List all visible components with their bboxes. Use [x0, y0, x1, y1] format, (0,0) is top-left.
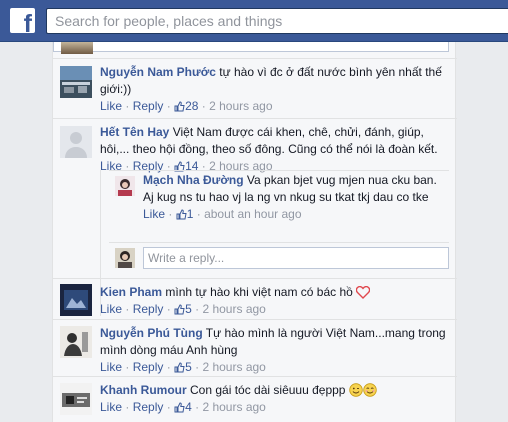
- like-count[interactable]: 5: [174, 302, 195, 316]
- avatar[interactable]: [61, 42, 93, 54]
- like-link[interactable]: Like: [100, 99, 122, 113]
- timestamp[interactable]: about an hour ago: [204, 207, 301, 221]
- comment-actions: Like · Reply · 5 · 2 hours ago: [100, 301, 450, 318]
- commenter-name[interactable]: Hết Tên Hay: [100, 125, 169, 139]
- separator: ·: [166, 302, 171, 316]
- avatar[interactable]: [115, 248, 135, 268]
- reply-link[interactable]: Reply: [133, 360, 164, 374]
- comment-item: Nguyễn Nam Phước tự hào vì đc ở đất nước…: [53, 58, 457, 118]
- separator: ·: [195, 302, 200, 316]
- comments-panel: Nguyễn Nam Phước tự hào vì đc ở đất nước…: [52, 42, 457, 422]
- separator: ·: [201, 99, 206, 113]
- like-link[interactable]: Like: [100, 302, 122, 316]
- timestamp[interactable]: 2 hours ago: [202, 400, 265, 414]
- wink-smile-icon: [349, 383, 377, 397]
- comment-item: Khanh Rumour Con gái tóc dài siêuuu đẹpp…: [53, 376, 457, 422]
- commenter-name[interactable]: Mạch Nha Đường: [143, 173, 244, 187]
- like-count[interactable]: 28: [174, 99, 202, 113]
- comment-actions: Like · Reply · 4 · 2 hours ago: [100, 399, 450, 416]
- search-input[interactable]: [47, 9, 508, 33]
- write-reply-row: [109, 242, 449, 272]
- thumbs-up-icon: [174, 362, 185, 373]
- write-reply-input[interactable]: [143, 247, 449, 269]
- thumbs-up-icon: [174, 101, 185, 112]
- separator: ·: [166, 99, 171, 113]
- commenter-name[interactable]: Kien Pham: [100, 285, 162, 299]
- top-bar: f: [0, 0, 508, 42]
- comment-actions: Like · Reply · 28 · 2 hours ago: [100, 98, 450, 115]
- separator: ·: [125, 99, 130, 113]
- thumbs-up-icon: [176, 209, 187, 220]
- facebook-logo-icon[interactable]: f: [10, 8, 35, 33]
- commenter-name[interactable]: Nguyễn Phú Tùng: [100, 326, 203, 340]
- thumbs-up-icon: [174, 402, 185, 413]
- reply-link[interactable]: Reply: [133, 99, 164, 113]
- thumbs-up-icon: [174, 304, 185, 315]
- avatar[interactable]: [60, 326, 92, 358]
- like-link[interactable]: Like: [100, 400, 122, 414]
- avatar[interactable]: [115, 176, 135, 196]
- heart-icon: [356, 286, 371, 299]
- avatar[interactable]: [60, 284, 92, 316]
- previous-comment-box: [53, 42, 449, 54]
- separator: ·: [125, 400, 130, 414]
- like-count[interactable]: 5: [174, 360, 195, 374]
- separator: ·: [125, 302, 130, 316]
- separator: ·: [196, 207, 201, 221]
- like-count[interactable]: 1: [176, 207, 197, 221]
- separator: ·: [168, 207, 173, 221]
- comment-actions: Like · Reply · 5 · 2 hours ago: [100, 359, 450, 376]
- comment-item: Kien Pham mình tự hào khi việt nam có bá…: [53, 278, 457, 316]
- like-count[interactable]: 4: [174, 400, 195, 414]
- separator: ·: [166, 360, 171, 374]
- like-link[interactable]: Like: [100, 360, 122, 374]
- separator: ·: [125, 360, 130, 374]
- reply-link[interactable]: Reply: [133, 302, 164, 316]
- avatar[interactable]: [60, 66, 92, 98]
- reply-link[interactable]: Reply: [133, 400, 164, 414]
- avatar[interactable]: [60, 126, 92, 158]
- separator: ·: [195, 400, 200, 414]
- comment-actions: Like · 1 · about an hour ago: [143, 206, 449, 223]
- like-link[interactable]: Like: [143, 207, 165, 221]
- timestamp[interactable]: 2 hours ago: [202, 302, 265, 316]
- avatar[interactable]: [60, 383, 92, 415]
- reply-item: Mạch Nha Đường Va pkan bjet vug mjen nua…: [109, 170, 449, 242]
- comment-text: mình tự hào khi việt nam có bác hồ: [165, 285, 353, 299]
- search-box[interactable]: [46, 8, 508, 34]
- separator: ·: [166, 400, 171, 414]
- commenter-name[interactable]: Nguyễn Nam Phước: [100, 65, 216, 79]
- timestamp[interactable]: 2 hours ago: [202, 360, 265, 374]
- separator: ·: [195, 360, 200, 374]
- comment-text: Con gái tóc dài siêuuu đẹppp: [190, 383, 346, 397]
- commenter-name[interactable]: Khanh Rumour: [100, 383, 187, 397]
- comment-item: Hết Tên Hay Việt Nam được cái khen, chê,…: [53, 118, 457, 173]
- timestamp[interactable]: 2 hours ago: [209, 99, 272, 113]
- comment-item: Nguyễn Phú Tùng Tự hào mình là người Việ…: [53, 319, 457, 375]
